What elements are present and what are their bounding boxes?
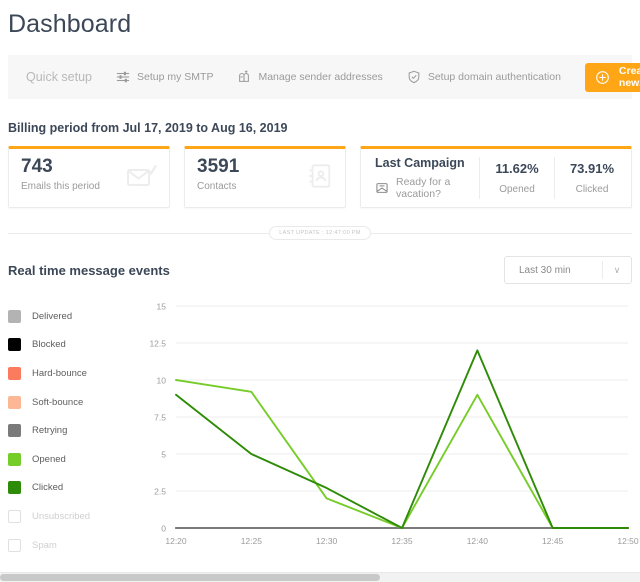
metric-clicked-label: Clicked — [555, 184, 629, 195]
quick-setup-item-label: Setup my SMTP — [137, 71, 213, 83]
quick-setup-item-smtp[interactable]: Setup my SMTP — [116, 70, 213, 84]
y-tick-label: 12.5 — [149, 339, 166, 349]
realtime-title: Real time message events — [8, 263, 170, 278]
sliders-icon — [116, 70, 130, 84]
metric-clicked-value: 73.91% — [555, 161, 629, 176]
legend-item[interactable]: Unsubscribed — [8, 502, 128, 531]
divider-line-left — [8, 233, 269, 234]
y-tick-label: 15 — [157, 302, 167, 312]
legend-item[interactable]: Clicked — [8, 474, 128, 503]
quick-setup-item-sender-addresses[interactable]: Manage sender addresses — [237, 70, 382, 84]
legend-item[interactable]: Hard-bounce — [8, 359, 128, 388]
time-range-value: Last 30 min — [505, 265, 602, 276]
stat-cards: 743 Emails this period 3591 Contacts — [8, 146, 632, 208]
last-update-divider: LAST UPDATE : 12:47:00 PM — [8, 226, 632, 240]
page-title: Dashboard — [0, 0, 640, 39]
divider-line-right — [371, 233, 632, 234]
time-range-select[interactable]: Last 30 min ∨ — [504, 256, 632, 284]
scrollbar-thumb[interactable] — [0, 574, 380, 581]
legend-swatch — [8, 396, 21, 409]
chart-svg: 0 2.5 5 7.5 10 12.5 15 12:20 12:25 12:30 12:35 12:4… — [128, 296, 640, 556]
y-tick-label: 10 — [157, 376, 167, 386]
legend-label: Hard-bounce — [32, 368, 87, 379]
y-tick-label: 5 — [161, 450, 166, 460]
x-tick-label: 12:35 — [391, 536, 413, 546]
last-update-badge: LAST UPDATE : 12:47:00 PM — [269, 226, 371, 240]
legend-item[interactable]: Blocked — [8, 331, 128, 360]
legend-swatch — [8, 310, 21, 323]
legend-swatch — [8, 453, 21, 466]
realtime-header: Real time message events Last 30 min ∨ — [8, 256, 632, 284]
x-tick-label: 12:40 — [467, 536, 489, 546]
quick-setup-toolbar: Quick setup Setup my SMTP — [8, 55, 632, 99]
legend-swatch — [8, 367, 21, 380]
legend-label: Unsubscribed — [32, 511, 90, 522]
metric-opened-label: Opened — [480, 184, 554, 195]
y-tick-label: 7.5 — [154, 413, 166, 423]
legend-swatch — [8, 539, 21, 552]
last-campaign-name: Ready for a vacation? — [396, 176, 479, 200]
series-line-clicked — [176, 350, 628, 528]
quick-setup-item-label: Setup domain authentication — [428, 71, 561, 83]
plus-circle-icon — [595, 70, 610, 85]
legend-swatch — [8, 481, 21, 494]
envelope-check-icon — [127, 163, 157, 194]
x-tick-label: 12:45 — [542, 536, 564, 546]
legend-item[interactable]: Opened — [8, 445, 128, 474]
mailbox-icon — [237, 70, 251, 84]
create-new-label: Create new... — [619, 65, 640, 89]
realtime-chart: Delivered Blocked Hard-bounce Soft-bounce Re… — [0, 296, 640, 561]
legend-label: Clicked — [32, 482, 63, 493]
legend-item[interactable]: Soft-bounce — [8, 388, 128, 417]
dashboard-page: Dashboard Quick setup Setup my SMTP — [0, 0, 640, 582]
contacts-card: 3591 Contacts — [184, 146, 346, 208]
legend-label: Retrying — [32, 425, 67, 436]
x-tick-label: 12:20 — [165, 536, 187, 546]
x-tick-label: 12:30 — [316, 536, 338, 546]
legend-item[interactable]: Retrying — [8, 416, 128, 445]
contact-book-icon — [307, 163, 333, 194]
shield-check-icon — [407, 70, 421, 84]
legend-swatch — [8, 510, 21, 523]
legend-label: Delivered — [32, 311, 72, 322]
quick-setup-label: Quick setup — [26, 70, 92, 84]
chart-legend: Delivered Blocked Hard-bounce Soft-bounce Re… — [8, 296, 128, 561]
chart-plot-area: 0 2.5 5 7.5 10 12.5 15 12:20 12:25 12:30 12:35 12:4… — [128, 296, 640, 561]
metric-clicked: 73.91% Clicked — [554, 157, 629, 199]
quick-setup-item-label: Manage sender addresses — [258, 71, 382, 83]
legend-item[interactable]: Delivered — [8, 302, 128, 331]
y-tick-label: 0 — [161, 524, 166, 534]
legend-item[interactable]: Spam — [8, 531, 128, 560]
billing-period-title: Billing period from Jul 17, 2019 to Aug … — [0, 99, 640, 135]
create-new-button[interactable]: Create new... ▼ — [585, 63, 640, 92]
x-tick-label: 12:25 — [241, 536, 263, 546]
last-campaign-card: Last Campaign Ready for a vacation? 11.6… — [360, 146, 632, 208]
emails-card: 743 Emails this period — [8, 146, 170, 208]
horizontal-scrollbar[interactable] — [0, 572, 640, 582]
last-campaign-info: Last Campaign Ready for a vacation? — [375, 156, 479, 200]
legend-label: Opened — [32, 454, 66, 465]
last-campaign-name-row: Ready for a vacation? — [375, 176, 479, 200]
y-tick-label: 2.5 — [154, 487, 166, 497]
legend-label: Soft-bounce — [32, 397, 83, 408]
legend-swatch — [8, 338, 21, 351]
metric-opened: 11.62% Opened — [479, 157, 554, 199]
x-tick-label: 12:50 — [617, 536, 639, 546]
chevron-down-icon: ∨ — [603, 265, 631, 276]
legend-label: Spam — [32, 540, 57, 551]
campaign-envelope-icon — [375, 181, 389, 195]
legend-label: Blocked — [32, 339, 66, 350]
metric-opened-value: 11.62% — [480, 161, 554, 176]
last-campaign-title: Last Campaign — [375, 156, 479, 170]
legend-swatch — [8, 424, 21, 437]
quick-setup-item-domain-auth[interactable]: Setup domain authentication — [407, 70, 561, 84]
